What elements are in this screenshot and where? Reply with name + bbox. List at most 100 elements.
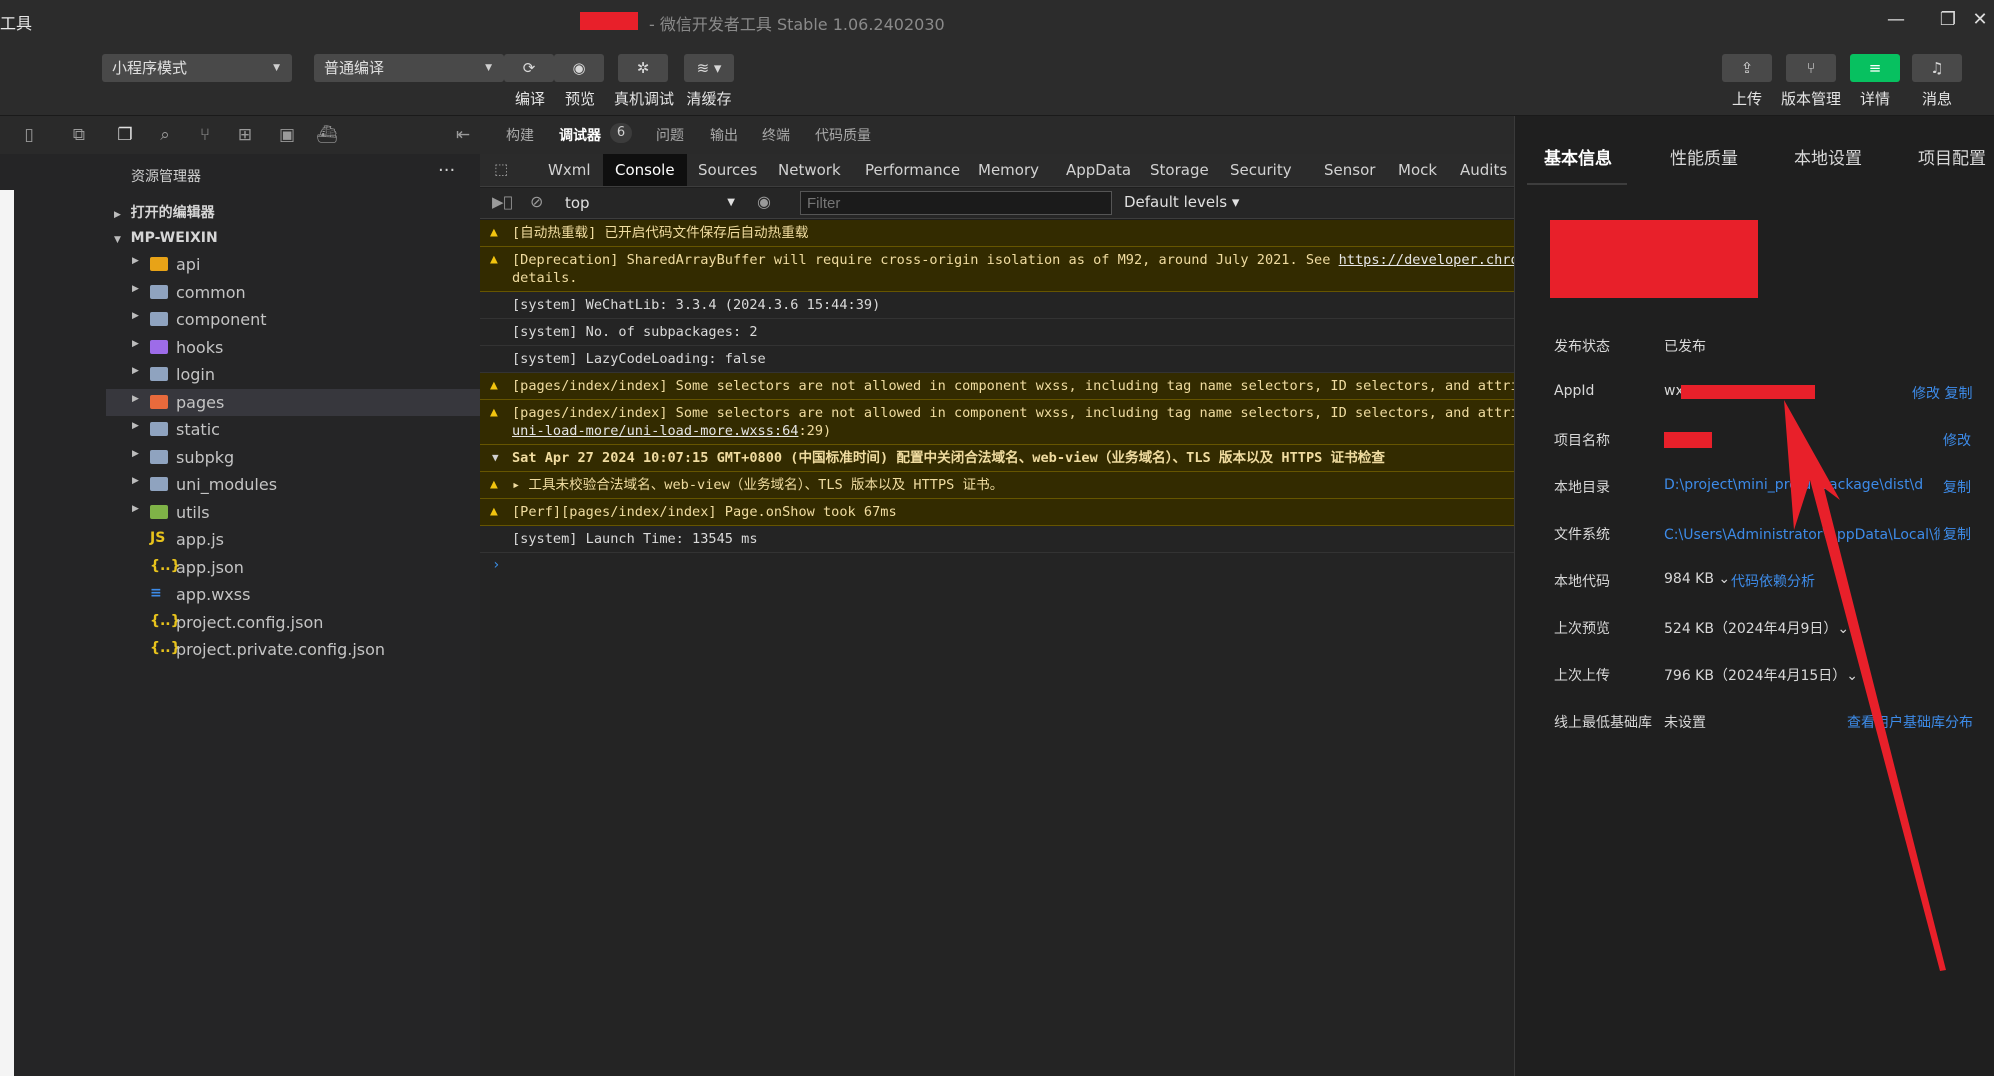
- folder-item[interactable]: ▶ login: [106, 361, 480, 388]
- folder-icon: [150, 477, 168, 491]
- redacted-avatar: [1550, 220, 1758, 298]
- maximize-button[interactable]: ❐: [1930, 6, 1966, 34]
- devtools-tab[interactable]: AppData: [1054, 154, 1143, 186]
- chevron-right-icon: ▶: [132, 421, 139, 431]
- eye-icon[interactable]: ◉: [757, 192, 771, 211]
- file-item[interactable]: JS app.js: [106, 526, 480, 553]
- devtools-tab[interactable]: Security: [1218, 154, 1304, 186]
- devtools-tab[interactable]: Wxml: [536, 154, 603, 186]
- files-icon[interactable]: ❐: [114, 124, 136, 146]
- folder-icon: [150, 394, 168, 409]
- devtools-tab[interactable]: Sensor: [1312, 154, 1387, 186]
- panel-tab[interactable]: 代码质量: [815, 125, 871, 145]
- clear-console-icon[interactable]: ⊘: [530, 192, 543, 211]
- item-label: utils: [176, 502, 210, 522]
- more-icon[interactable]: ···: [438, 160, 455, 181]
- file-item[interactable]: {..} project.config.json: [106, 609, 480, 636]
- tab-performance[interactable]: 性能质量: [1670, 144, 1738, 169]
- windows-icon[interactable]: ⧉: [68, 124, 90, 146]
- folder-item[interactable]: ▶ subpkg: [106, 444, 480, 471]
- search-icon[interactable]: ⌕: [154, 124, 176, 146]
- upload-icon[interactable]: ⇪: [1722, 54, 1772, 82]
- tab-project-config[interactable]: 项目配置: [1918, 144, 1986, 169]
- folder-item[interactable]: ▶ utils: [106, 499, 480, 526]
- phone-icon[interactable]: ▯: [18, 124, 40, 146]
- collapse-panel-icon[interactable]: ⇤: [452, 124, 474, 146]
- message-link[interactable]: https://developer.chrome.com/blog/enabli…: [1339, 252, 1514, 268]
- filter-input[interactable]: [800, 191, 1112, 215]
- layers-icon[interactable]: ≋ ▾: [684, 54, 734, 82]
- open-editors-section[interactable]: ▶ 打开的编辑器: [114, 202, 215, 222]
- eye-icon[interactable]: ◉: [554, 54, 604, 82]
- devtools-tab[interactable]: Storage: [1138, 154, 1221, 186]
- docker-icon[interactable]: ⛴: [316, 124, 338, 146]
- bell-icon[interactable]: ♫: [1912, 54, 1962, 82]
- file-item[interactable]: {..} app.json: [106, 554, 480, 581]
- compile-select[interactable]: 普通编译 ▼: [314, 54, 504, 82]
- folder-item[interactable]: ▶ pages: [106, 388, 480, 416]
- folder-item[interactable]: ▶ hooks: [106, 334, 480, 361]
- tab-local-settings[interactable]: 本地设置: [1794, 144, 1862, 169]
- messages-button[interactable]: 消息: [1908, 88, 1966, 109]
- console-prompt[interactable]: ›: [480, 553, 1514, 573]
- upload-button[interactable]: 上传: [1718, 88, 1776, 109]
- devtools-tab[interactable]: Sources: [686, 154, 769, 186]
- tab-basic-info[interactable]: 基本信息: [1544, 144, 1612, 169]
- close-button[interactable]: ✕: [1962, 6, 1994, 34]
- source-link[interactable]: uni-load-more/uni-load-more.wxss:64: [512, 423, 798, 439]
- save-icon[interactable]: ▣: [276, 124, 298, 146]
- menu-icon[interactable]: ≡: [1850, 54, 1900, 82]
- chevron-down-icon[interactable]: ▼: [492, 449, 499, 467]
- mode-select-value: 小程序模式: [112, 59, 188, 77]
- source-control-icon[interactable]: ⑂: [194, 124, 216, 146]
- project-section[interactable]: ▼ MP-WEIXIN: [114, 230, 218, 246]
- window-title: - 微信开发者工具 Stable 1.06.2402030: [649, 15, 945, 34]
- preview-button[interactable]: 预览: [552, 88, 608, 109]
- file-item[interactable]: {..} project.private.config.json: [106, 636, 480, 663]
- devtools-tab[interactable]: Memory: [966, 154, 1051, 186]
- panel-tab[interactable]: 调试器: [559, 125, 601, 145]
- console-message: ▲ [Deprecation] SharedArrayBuffer will re…: [480, 247, 1514, 292]
- devtools-tab[interactable]: Audits: [1448, 154, 1519, 186]
- chevron-right-icon: ▶: [132, 366, 139, 376]
- context-select[interactable]: top ▼: [565, 191, 735, 215]
- mode-select[interactable]: 小程序模式 ▼: [102, 54, 292, 82]
- branch-icon[interactable]: ⑂: [1786, 54, 1836, 82]
- folder-item[interactable]: ▶ uni_modules: [106, 471, 480, 498]
- message-text: [system] No. of subpackages: 2: [512, 324, 758, 340]
- folder-item[interactable]: ▶ component: [106, 306, 480, 333]
- refresh-icon[interactable]: ⟳: [504, 54, 554, 82]
- bug-icon[interactable]: ✲: [618, 54, 668, 82]
- panel-tab[interactable]: 问题: [656, 125, 684, 145]
- panel-tab[interactable]: 终端: [762, 125, 790, 145]
- folder-item[interactable]: ▶ static: [106, 416, 480, 443]
- file-item[interactable]: ≡ app.wxss: [106, 581, 480, 608]
- activity-bar: [0, 116, 106, 1076]
- minimize-button[interactable]: —: [1878, 6, 1914, 34]
- console-message: ▲ [Perf][pages/index/index] Page.onShow t…: [480, 499, 1514, 526]
- panel-tab[interactable]: 输出: [710, 125, 738, 145]
- log-levels-select[interactable]: Default levels ▾: [1124, 193, 1239, 211]
- devtools-tab[interactable]: Console: [603, 154, 687, 186]
- folder-item[interactable]: ▶ api: [106, 251, 480, 278]
- devtools-tab[interactable]: Performance: [853, 154, 972, 186]
- compile-button[interactable]: 编译: [502, 88, 558, 109]
- clear-cache-button[interactable]: 清缓存: [680, 88, 738, 109]
- devtools-tab[interactable]: Network: [766, 154, 853, 186]
- local-code-value[interactable]: 984 KB ⌄: [1664, 571, 1730, 587]
- folder-item[interactable]: ▶ common: [106, 279, 480, 306]
- details-button[interactable]: 详情: [1846, 88, 1904, 109]
- panel-tab[interactable]: 构建: [506, 125, 534, 145]
- sidebar-toggle-icon[interactable]: ▶⃞: [492, 193, 513, 211]
- device-debug-button[interactable]: 真机调试: [610, 88, 678, 109]
- inspect-icon[interactable]: ⬚: [494, 160, 508, 178]
- publish-status-label: 发布状态: [1554, 339, 1610, 355]
- chevron-right-icon: ▶: [132, 283, 139, 294]
- version-manager-button[interactable]: 版本管理: [1776, 88, 1846, 109]
- item-label: uni_modules: [176, 475, 278, 494]
- chevron-right-icon: ▶: [132, 338, 139, 349]
- extensions-icon[interactable]: ⊞: [234, 124, 256, 146]
- warning-icon: ▲: [490, 405, 498, 420]
- chevron-down-icon: ▼: [485, 63, 492, 73]
- devtools-tab[interactable]: Mock: [1386, 154, 1449, 186]
